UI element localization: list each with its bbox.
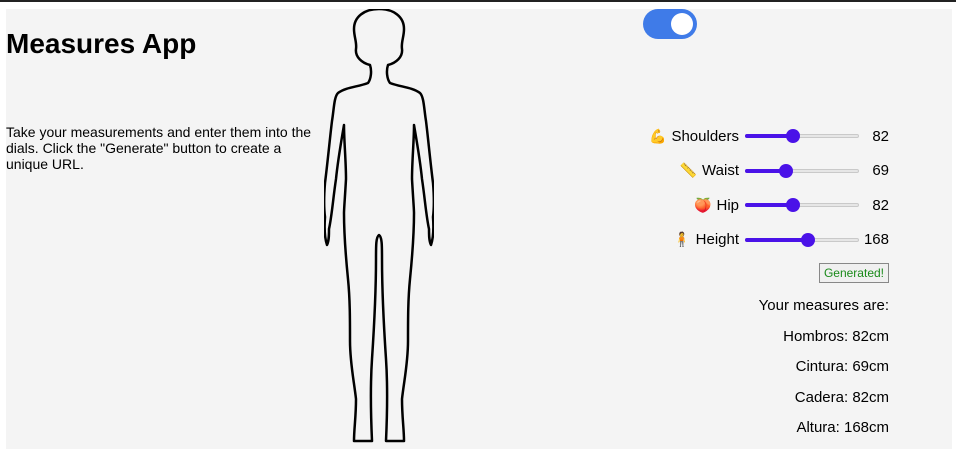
ruler-icon: 📏 [679, 162, 698, 179]
slider-label-shoulders: Shoulders [671, 127, 739, 145]
standing-person-icon: 🧍 [673, 231, 691, 248]
slider-thumb[interactable] [800, 232, 815, 247]
slider-value-height: 168 [863, 231, 889, 249]
slider-value-hip: 82 [872, 196, 889, 214]
slider-row-height: 🧍 Height 168 [649, 223, 889, 258]
controls-panel: 💪 Shoulders 82 📏 Waist 69 🍑 Hip 82 🧍 Hei… [649, 119, 889, 444]
slider-thumb[interactable] [779, 163, 794, 178]
page-title: Measures App [6, 28, 197, 59]
result-waist: Cintura: 69cm [795, 358, 889, 375]
slider-fill [745, 237, 808, 242]
height-slider[interactable] [745, 232, 859, 247]
result-shoulders: Hombros: 82cm [783, 327, 889, 345]
flexed-biceps-icon: 💪 [649, 127, 667, 144]
result-height: Altura: 168cm [796, 419, 889, 436]
slider-label-waist: Waist [702, 162, 739, 180]
slider-value-waist: 69 [872, 162, 889, 180]
peach-icon: 🍑 [694, 196, 712, 213]
silhouette-outline [324, 9, 434, 443]
generate-button[interactable]: Generated! [818, 263, 889, 283]
top-border [0, 0, 956, 2]
app-panel: Measures App Take your measurements and … [6, 9, 952, 449]
hip-slider[interactable] [745, 198, 859, 213]
slider-value-shoulders: 82 [872, 127, 889, 145]
slider-thumb[interactable] [785, 198, 800, 213]
slider-thumb[interactable] [785, 129, 800, 144]
result-hip: Cadera: 82cm [794, 388, 889, 406]
body-silhouette-icon [324, 9, 434, 443]
generate-row: Generated! [649, 263, 889, 283]
slider-label-height: Height [695, 231, 739, 249]
slider-label-hip: Hip [716, 196, 739, 214]
slider-row-waist: 📏 Waist 69 [649, 154, 889, 189]
results-block: Your measures are: Hombros: 82cm Cintura… [649, 291, 889, 444]
slider-row-hip: 🍑 Hip 82 [649, 188, 889, 223]
theme-toggle[interactable] [643, 9, 697, 39]
waist-slider[interactable] [745, 163, 859, 178]
slider-row-shoulders: 💪 Shoulders 82 [649, 119, 889, 154]
toggle-knob[interactable] [671, 13, 693, 35]
intro-text: Take your measurements and enter them in… [6, 124, 312, 172]
shoulders-slider[interactable] [745, 129, 859, 144]
results-heading: Your measures are: [758, 297, 889, 314]
